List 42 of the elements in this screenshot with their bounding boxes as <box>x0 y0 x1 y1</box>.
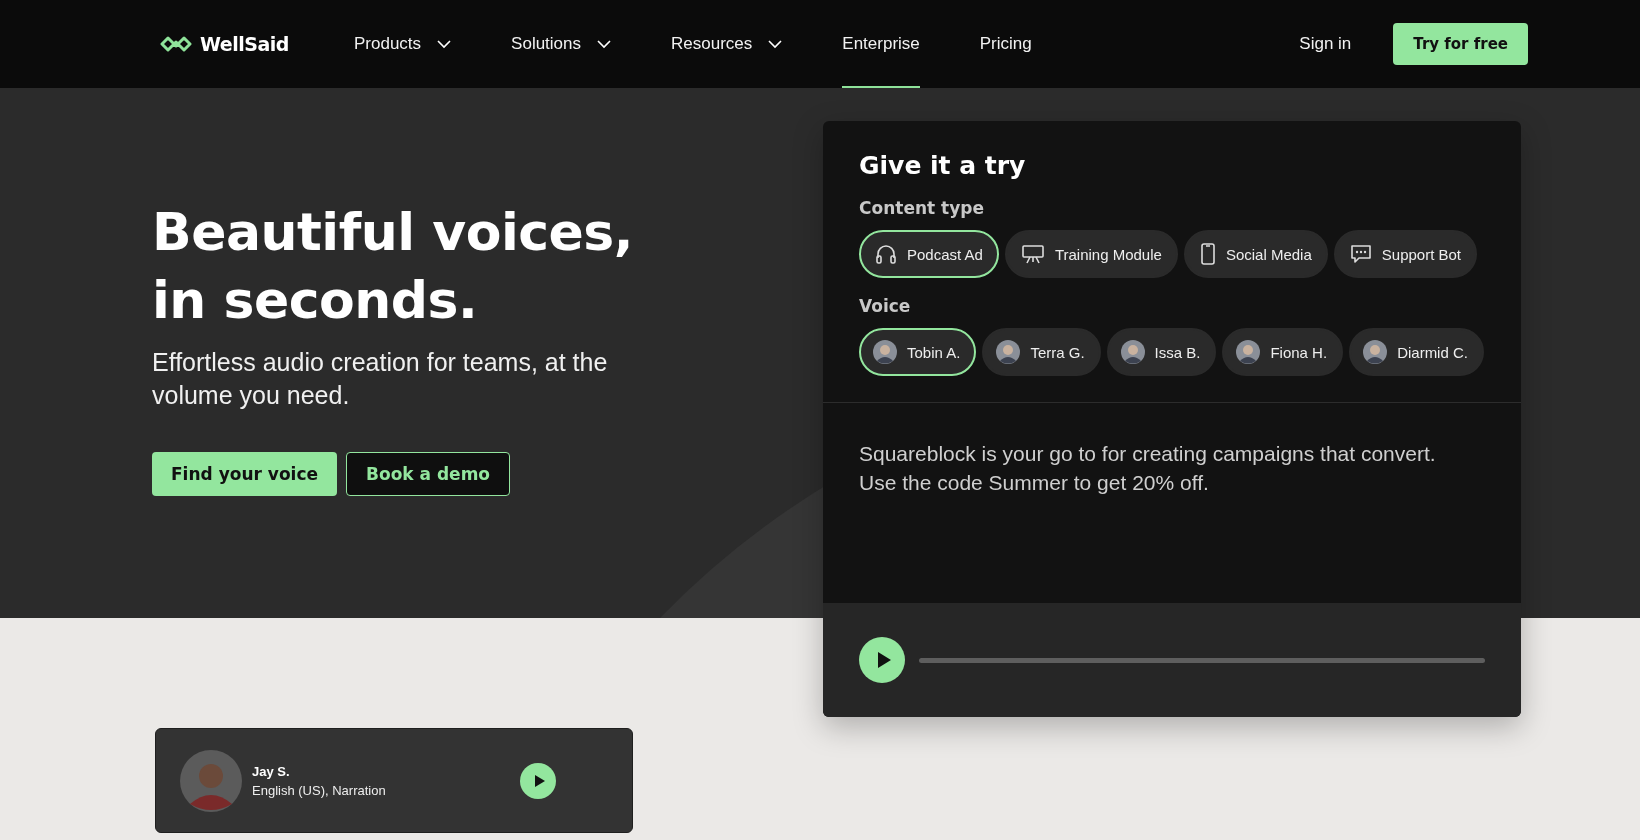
voice-details: English (US), Narration <box>252 782 387 798</box>
card-title: Give it a try <box>859 151 1027 180</box>
headphones-icon <box>875 244 897 264</box>
logo-icon <box>160 35 192 53</box>
play-button[interactable] <box>520 762 556 799</box>
play-icon <box>534 773 546 788</box>
avatar-icon <box>873 340 897 364</box>
content-type-label: Content type <box>859 198 985 218</box>
nav-link[interactable]: Solutions <box>511 0 612 88</box>
presentation-icon <box>1020 244 1045 264</box>
nav-link[interactable]: Resources <box>671 0 783 88</box>
hero-subtitle: Effortless audio creation for teams, at the volume you need. <box>152 347 609 411</box>
book-a-demo-button[interactable]: Book a demo <box>346 452 511 496</box>
content-type-chip[interactable]: Social Media <box>1183 230 1328 278</box>
avatar-icon <box>1120 340 1145 364</box>
sign-in-link[interactable]: Sign in <box>1299 34 1352 54</box>
avatar-icon <box>1363 340 1388 364</box>
play-button[interactable] <box>859 637 905 683</box>
avatar-icon <box>996 340 1021 364</box>
voice-name: Jay S. <box>252 763 291 779</box>
script-text: Squareblock is your go to for creating campaigns that convert. Use the code Summer to get 20% off. <box>858 441 1437 496</box>
progress-track[interactable] <box>919 657 1485 663</box>
voice-label: Voice <box>859 296 912 316</box>
phone-icon <box>1199 243 1216 265</box>
try-for-free-button[interactable]: Try for free <box>1393 23 1528 65</box>
voice-chip[interactable]: Tobin A. <box>859 328 977 376</box>
content-type-chip[interactable]: Podcast Ad <box>859 230 999 278</box>
hero-heading: Beautiful voices, in seconds. <box>152 201 633 332</box>
voice-chip[interactable]: Terra G. <box>982 328 1101 376</box>
nav-link[interactable]: Pricing <box>979 0 1032 88</box>
chat-icon <box>1349 244 1372 264</box>
content-type-chip[interactable]: Training Module <box>1004 230 1178 278</box>
avatar-icon <box>1236 340 1261 364</box>
find-your-voice-button[interactable]: Find your voice <box>152 452 337 496</box>
play-icon <box>876 651 892 669</box>
nav-link[interactable]: Products <box>354 0 452 88</box>
avatar-icon <box>180 749 242 812</box>
voice-chip[interactable]: Diarmid C. <box>1349 328 1484 376</box>
content-type-chip[interactable]: Support Bot <box>1333 230 1477 278</box>
voice-chip[interactable]: Fiona H. <box>1222 328 1344 376</box>
voice-chip[interactable]: Issa B. <box>1106 328 1217 376</box>
logo-wordmark[interactable]: WellSaid <box>200 33 289 55</box>
